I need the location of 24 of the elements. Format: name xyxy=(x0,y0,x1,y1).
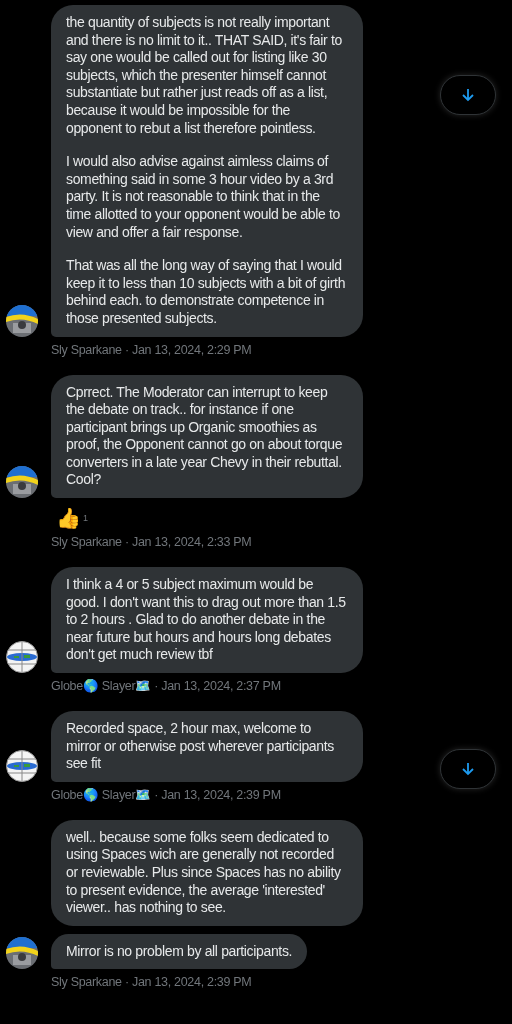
message-meta: Globe🌎 Slayer🗺 · Jan 13, 2024, 2:39 PM xyxy=(51,786,282,803)
message-text: I think a 4 or 5 subject maximum would be good. I don't want this to drag out more than 1.5 to 2 hours . Glad to do another debate in the near future but hours and hours long debates don't get much review tbf xyxy=(66,576,347,665)
message-text: the quantity of subjects is not really important and there is no limit to it.. THAT SAID, it's fair to say one would be called out for listing like 30 subjects, which the presenter himself cannot substantiate but rather just reads off as a list, because it would be impossible for the opponent to rebut a list therefore pointless. xyxy=(66,14,343,138)
reaction-emoji[interactable]: 👍 xyxy=(56,506,81,531)
avatar[interactable] xyxy=(6,641,38,674)
message-text: Cprrect. The Moderator can interrupt to keep the debate on track.. for instance if one participant brings up Organic smoothies as proof, the Opponent cannot go on about torque converters in a late year Chevy in their rebuttal. Cool? xyxy=(66,383,344,490)
message-meta: Sly Sparkane · Jan 13, 2024, 2:33 PM xyxy=(51,534,253,551)
avatar[interactable] xyxy=(6,937,38,970)
message-meta: Sly Sparkane · Jan 13, 2024, 2:29 PM xyxy=(51,341,253,358)
arrow-down-icon xyxy=(460,761,476,777)
message-text: That was all the long way of saying that I would keep it to less than 10 subjects with a bit of girth behind each. to demonstrate competence in those presented subjects. xyxy=(66,257,347,328)
avatar[interactable] xyxy=(6,466,38,499)
message-meta: Globe🌎 Slayer🗺 · Jan 13, 2024, 2:37 PM xyxy=(51,678,282,695)
message-text: Recorded space, 2 hour max, welcome to mirror or otherwise post wherever participants see fit xyxy=(66,720,335,773)
reaction-count: 1 xyxy=(83,512,88,526)
message-meta: Sly Sparkane · Jan 13, 2024, 2:39 PM xyxy=(51,974,253,991)
message-text: Mirror is no problem by all participants. xyxy=(66,942,293,961)
avatar[interactable] xyxy=(6,749,38,782)
arrow-down-icon xyxy=(460,87,476,103)
scroll-down-button[interactable] xyxy=(440,75,496,115)
message-text: I would also advise against aimless claims of something said in some 3 hour video by a 3rd party. It is not reasonable to think that in the time allotted to your opponent would be able to view and offer a fair response. xyxy=(66,153,341,242)
avatar[interactable] xyxy=(6,304,38,337)
scroll-down-button[interactable] xyxy=(440,749,496,789)
message-text: well.. because some folks seem dedicated to using Spaces wich are generally not recorded or reviewable. Plus since Spaces has no ability to present evidence, the average 'interested' viewer.. has nothing to see. xyxy=(66,828,342,917)
